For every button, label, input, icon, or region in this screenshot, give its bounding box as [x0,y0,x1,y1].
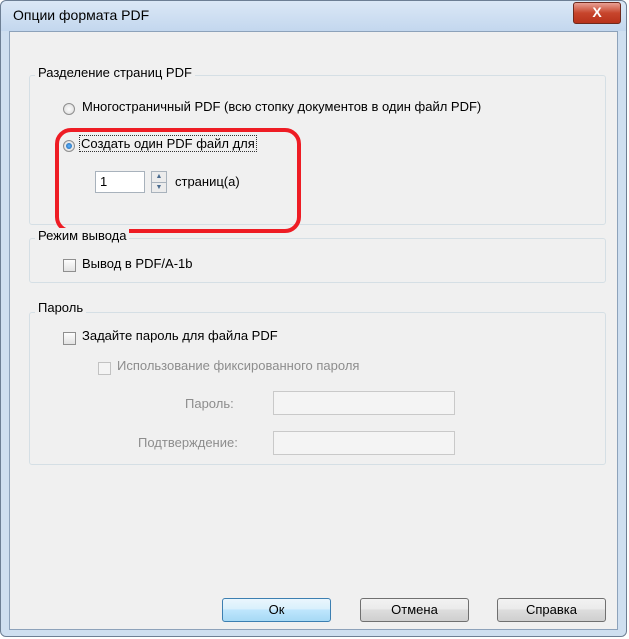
split-group-legend: Разделение страниц PDF [35,65,195,80]
pages-suffix-label: страниц(а) [175,174,240,189]
pdf-options-dialog: Опции формата PDF X Разделение страниц P… [0,0,627,637]
pages-count-input[interactable]: 1 [95,171,145,193]
confirm-password-field[interactable] [273,431,455,455]
spin-down-arrow-icon[interactable]: ▼ [152,182,166,193]
multipage-label[interactable]: Многостраничный PDF (всю стопку документ… [82,99,481,114]
pdfa-label[interactable]: Вывод в PDF/A-1b [82,256,193,271]
output-group-legend: Режим вывода [35,228,130,243]
fixed-password-checkbox[interactable] [98,362,111,375]
set-password-checkbox[interactable] [63,332,76,345]
password-label: Пароль: [185,396,234,411]
pages-count-stepper[interactable]: ▲ ▼ [151,171,167,193]
pages-count-value: 1 [100,174,108,189]
password-field[interactable] [273,391,455,415]
multipage-radio[interactable] [63,103,75,115]
ok-button[interactable]: Ок [222,598,331,622]
fixed-password-label[interactable]: Использование фиксированного пароля [117,358,359,373]
help-button[interactable]: Справка [497,598,606,622]
dialog-client-area: Разделение страниц PDF Многостраничный P… [9,31,618,630]
dialog-title: Опции формата PDF [13,7,150,23]
single-file-radio[interactable] [63,140,75,152]
set-password-label[interactable]: Задайте пароль для файла PDF [82,328,278,343]
close-button[interactable]: X [573,2,621,24]
close-icon: X [592,4,602,20]
password-group-legend: Пароль [35,300,87,315]
title-bar[interactable]: Опции формата PDF X [1,1,626,31]
single-file-label[interactable]: Создать один PDF файл для [79,135,257,152]
spin-up-arrow-icon[interactable]: ▲ [152,172,166,182]
confirm-label: Подтверждение: [138,435,238,450]
pdfa-checkbox[interactable] [63,259,76,272]
cancel-button[interactable]: Отмена [360,598,469,622]
